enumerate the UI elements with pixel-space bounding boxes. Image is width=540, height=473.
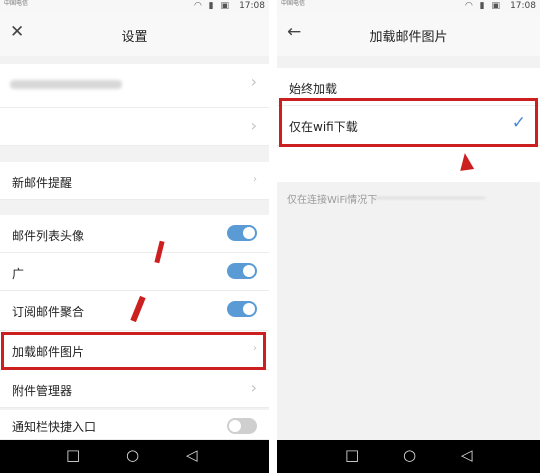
notification-shortcut-row: 通知栏快捷入口: [0, 410, 269, 440]
chevron-right-icon: ›: [250, 378, 257, 397]
load-images-toolbar: ← 加载邮件图片: [277, 14, 540, 56]
load-images-screen: 中国电信 ◠ ▮ ▣ 17:08 ← 加载邮件图片 始终加载 仅在wifi下载 …: [277, 0, 540, 473]
status-bar: 中国电信 ◠ ▮ ▣ 17:08: [0, 0, 269, 14]
partial-setting-label: 广: [12, 267, 25, 281]
partial-setting-row: 广: [0, 253, 269, 291]
carrier-text: 中国电信: [4, 0, 29, 7]
partial-setting-toggle[interactable]: [227, 263, 257, 279]
attachment-manager-row[interactable]: 附件管理器 ›: [0, 370, 269, 408]
chevron-right-icon: ›: [253, 343, 257, 354]
android-nav-bar: □ ○ ◁: [0, 440, 269, 473]
chevron-right-icon: ›: [250, 116, 257, 135]
settings-screen: 中国电信 ◠ ▮ ▣ 17:08 ✕ 设置 › › 新邮件提醒 › 邮件列表头像…: [0, 0, 269, 473]
settings-toolbar: ✕ 设置: [0, 14, 269, 56]
clock: 17:08: [510, 1, 536, 11]
subscription-aggregate-toggle[interactable]: [227, 301, 257, 317]
screenshot-gap: [269, 0, 277, 473]
mail-list-avatar-row: 邮件列表头像: [0, 215, 269, 253]
toggle-knob: [243, 303, 255, 315]
load-images-label: 加载邮件图片: [12, 345, 85, 359]
page-title: 设置: [121, 30, 148, 45]
recent-apps-icon[interactable]: □: [345, 446, 359, 464]
home-icon[interactable]: ○: [403, 446, 416, 464]
mail-list-avatar-toggle[interactable]: [227, 225, 257, 241]
spacer-section: [277, 146, 540, 182]
recent-apps-icon[interactable]: □: [66, 446, 80, 464]
option-wifi-only-label: 仅在wifi下载: [289, 120, 358, 134]
subscription-aggregate-label: 订阅邮件聚合: [12, 305, 85, 319]
attachment-manager-label: 附件管理器: [12, 384, 73, 398]
status-bar: 中国电信 ◠ ▮ ▣ 17:08: [277, 0, 540, 14]
page-title: 加载邮件图片: [369, 30, 448, 45]
back-icon[interactable]: ◁: [186, 446, 198, 464]
toggle-knob: [229, 420, 241, 432]
android-nav-bar: □ ○ ◁: [277, 440, 540, 473]
blurred-account-email: [10, 80, 122, 89]
status-icons: ◠ ▮ ▣: [193, 1, 231, 11]
annotation-arrow: [457, 152, 475, 171]
toggle-knob: [243, 265, 255, 277]
load-images-row[interactable]: 加载邮件图片 ›: [0, 331, 269, 370]
notification-shortcut-label: 通知栏快捷入口: [12, 420, 97, 434]
carrier-text: 中国电信: [281, 0, 306, 7]
chevron-right-icon: ›: [250, 72, 257, 91]
option-always-load[interactable]: 始终加载: [277, 68, 540, 106]
clock: 17:08: [239, 1, 265, 11]
back-icon[interactable]: ◁: [461, 446, 473, 464]
toggle-knob: [243, 227, 255, 239]
account-row-secondary[interactable]: ›: [0, 108, 269, 146]
option-wifi-only[interactable]: 仅在wifi下载 ✓: [277, 106, 540, 146]
home-icon[interactable]: ○: [126, 446, 139, 464]
hint-line: [375, 197, 485, 199]
wifi-hint-text: 仅在连接WiFi情况下: [287, 195, 378, 206]
notification-shortcut-toggle[interactable]: [227, 418, 257, 434]
chevron-right-icon: ›: [253, 174, 257, 185]
status-icons: ◠ ▮ ▣: [464, 1, 502, 11]
account-row[interactable]: ›: [0, 64, 269, 108]
checkmark-icon: ✓: [511, 113, 526, 133]
new-mail-alert-label: 新邮件提醒: [12, 176, 73, 190]
mail-list-avatar-label: 邮件列表头像: [12, 229, 85, 243]
option-always-load-label: 始终加载: [289, 82, 338, 96]
new-mail-alert-row[interactable]: 新邮件提醒 ›: [0, 162, 269, 200]
